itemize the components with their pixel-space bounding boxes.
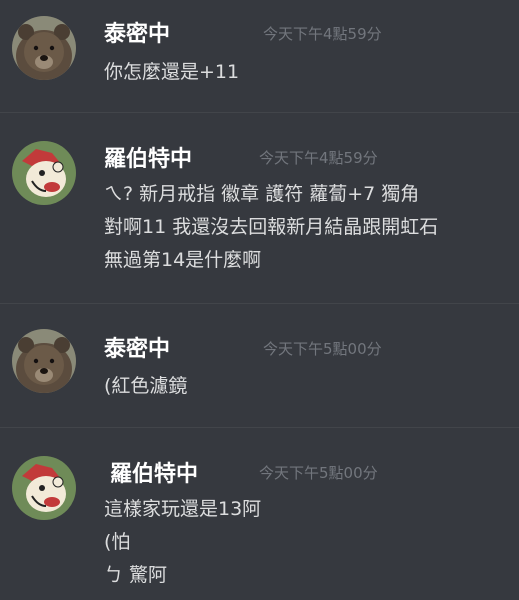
message-text: ㄟ? 新月戒指 徽章 護符 蘿蔔+7 獨角: [104, 183, 420, 205]
author-name[interactable]: 羅伯特中: [104, 141, 192, 173]
message-text: 這樣家玩還是13阿: [104, 498, 262, 520]
timestamp: 今天下午4點59分: [259, 149, 378, 167]
cartoon-avatar[interactable]: [12, 456, 76, 520]
message-divider: [0, 427, 519, 428]
message-text: 對啊11 我還沒去回報新月結晶跟開虹石: [104, 216, 439, 238]
bear-avatar[interactable]: [12, 16, 76, 80]
message-divider: [0, 303, 519, 304]
message-text: 無過第14是什麼啊: [104, 249, 262, 271]
author-name[interactable]: 羅伯特中: [110, 456, 198, 488]
bear-avatar[interactable]: [12, 329, 76, 393]
cartoon-avatar[interactable]: [12, 141, 76, 205]
timestamp: 今天下午5點00分: [259, 464, 378, 482]
author-name[interactable]: 泰密中: [104, 16, 170, 48]
message-text: ㄅ 驚阿: [104, 564, 168, 586]
author-name[interactable]: 泰密中: [104, 331, 170, 363]
timestamp: 今天下午4點59分: [263, 25, 382, 43]
message-text: (紅色濾鏡: [104, 375, 188, 397]
message-text: 你怎麼還是+11: [104, 61, 240, 83]
message-text: (怕: [104, 531, 131, 553]
message-divider: [0, 112, 519, 113]
timestamp: 今天下午5點00分: [263, 340, 382, 358]
